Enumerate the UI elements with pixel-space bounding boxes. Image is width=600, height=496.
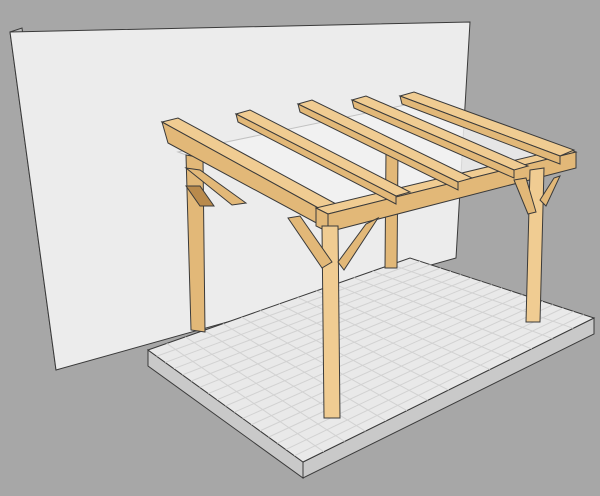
pergola-scene <box>9 21 596 479</box>
